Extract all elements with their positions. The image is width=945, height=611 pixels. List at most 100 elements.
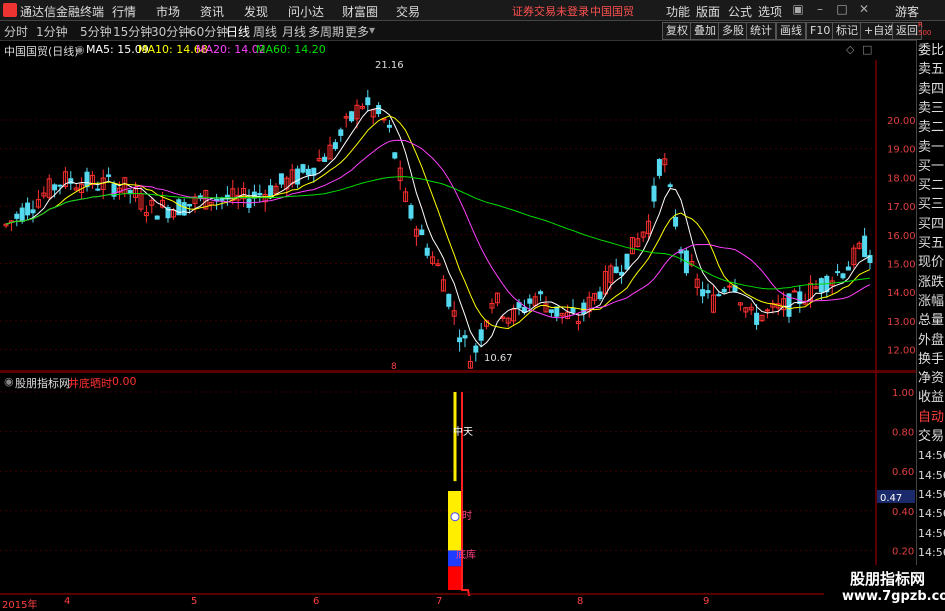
sidebar-item[interactable]: 涨幅 (918, 293, 945, 311)
trade-login-warning[interactable]: 证券交易未登录 (512, 3, 589, 19)
tab-60min[interactable]: 60分钟 (189, 23, 228, 40)
sidebar-item[interactable]: 卖三 (918, 100, 945, 118)
menu-caifuquan[interactable]: 财富圈 (342, 3, 378, 20)
sidebar-item[interactable]: 收益 (918, 389, 945, 407)
sidebar-item[interactable]: 卖五 (918, 61, 945, 79)
maximize-icon[interactable]: □ (834, 2, 850, 18)
x-tick-6: 6 (313, 596, 320, 607)
close-icon[interactable]: ✕ (856, 2, 872, 18)
tab-monthly[interactable]: 月线 (282, 23, 306, 40)
sidebar-item[interactable]: 自动 (918, 409, 945, 427)
candle-body (57, 184, 63, 187)
app-name: 通达信金融终端 (20, 5, 105, 19)
stats-button[interactable]: 统计 (746, 22, 776, 40)
ma-lines (5, 107, 871, 348)
menu-gongshi[interactable]: 公式 (728, 3, 752, 20)
candle-body (457, 337, 463, 343)
sidebar-item[interactable]: 买四 (918, 216, 945, 234)
sidebar-item[interactable]: 外盘 (918, 332, 945, 350)
sidebar-item[interactable]: 14:56 (918, 447, 945, 465)
candle-body (818, 278, 824, 293)
candle-body (30, 209, 36, 214)
sidebar-item[interactable]: 买五 (918, 235, 945, 253)
candle-body (322, 156, 328, 162)
ma5-line (5, 107, 871, 348)
sidebar-item[interactable]: 14:56 (918, 544, 945, 562)
sidebar-item[interactable]: 委比 (918, 42, 945, 60)
minimize-icon[interactable]: – (812, 2, 828, 18)
indicator-source-label: 股朋指标网 (15, 377, 70, 390)
sidebar-item[interactable]: 卖四 (918, 81, 945, 99)
candle-body (392, 152, 398, 159)
candlestick-chart[interactable]: 20.00 19.00 18.00 17.00 16.00 15.00 14.00 13.00… (0, 40, 916, 372)
x-tick-8: 8 (577, 596, 584, 607)
skin-icon[interactable]: ▣ (790, 2, 806, 18)
candle-body (667, 184, 673, 188)
candle-body (554, 306, 560, 317)
menu-faxian[interactable]: 发现 (244, 3, 268, 20)
settings-circle-icon[interactable]: ◉ (75, 43, 85, 56)
sidebar-item[interactable]: 买三 (918, 196, 945, 214)
menu-banmian[interactable]: 版面 (696, 3, 720, 20)
tab-5min[interactable]: 5分钟 (80, 23, 112, 40)
top-right-label: R 500 (918, 21, 932, 37)
price-tick: 15.00 (887, 260, 916, 271)
more-chevron-icon[interactable]: ▾ (369, 23, 375, 37)
tab-multi-period[interactable]: 多周期 (308, 23, 344, 40)
indicator-value: 0.00 (112, 375, 137, 388)
diamond-icon[interactable]: ◇ (846, 43, 854, 56)
sidebar-item[interactable]: 14:56 (918, 486, 945, 504)
sidebar-item[interactable]: 14:56 (918, 467, 945, 485)
candle-body (570, 307, 576, 313)
indicator-name: 井底晒时 (68, 377, 112, 390)
menu-wenxiaoda[interactable]: 问小达 (288, 3, 324, 20)
draw-line-button[interactable]: 画线 (776, 22, 806, 40)
sidebar-item[interactable]: 换手 (918, 351, 945, 369)
menu-jiaoyi[interactable]: 交易 (396, 3, 420, 20)
menu-xuanxiang[interactable]: 选项 (758, 3, 782, 20)
tab-fenshi[interactable]: 分时 (4, 23, 28, 40)
sidebar-item[interactable]: 买一 (918, 158, 945, 176)
sidebar-item[interactable]: 现价 (918, 254, 945, 272)
candle-body (624, 253, 630, 270)
menu-gongneng[interactable]: 功能 (666, 3, 690, 20)
ind-tick: 0.20 (892, 546, 914, 557)
sidebar-item[interactable]: 总量 (918, 312, 945, 330)
indicator-settings-icon[interactable]: ◉ (4, 375, 14, 388)
sidebar-item[interactable]: 14:56 (918, 525, 945, 543)
collapse-icon[interactable]: □ (862, 43, 872, 56)
candle-body (365, 97, 371, 106)
candle-body (651, 185, 657, 202)
f10-button[interactable]: F10 (806, 22, 835, 40)
sidebar-item[interactable]: 卖二 (918, 119, 945, 137)
tab-weekly[interactable]: 周线 (253, 23, 277, 40)
candle-body (548, 309, 554, 313)
high-price-label: 21.16 (375, 60, 404, 71)
menu-shichang[interactable]: 市场 (156, 3, 180, 20)
ma10-line (5, 115, 871, 330)
tab-1min[interactable]: 1分钟 (36, 23, 68, 40)
multi-stock-button[interactable]: 多股 (718, 22, 748, 40)
menu-zixun[interactable]: 资讯 (200, 3, 224, 20)
mark-button[interactable]: 标记 (832, 22, 862, 40)
candle-body (797, 291, 803, 305)
tab-more[interactable]: 更多 (345, 23, 369, 40)
price-tick: 17.00 (887, 202, 916, 213)
fuquan-button[interactable]: 复权 (662, 22, 692, 40)
menu-hangqing[interactable]: 行情 (112, 3, 136, 20)
candle-body (95, 188, 101, 191)
sidebar-item[interactable]: 涨跌 (918, 274, 945, 292)
tab-daily[interactable]: 日线 (226, 23, 250, 40)
sidebar-item[interactable]: 交易 (918, 428, 945, 446)
indicator-chart[interactable]: 1.00 0.80 0.60 0.47 0.40 0.20 中天 时 底库 (0, 372, 916, 596)
sidebar-item[interactable]: 14:56 (918, 505, 945, 523)
user-guest[interactable]: 游客 (895, 3, 919, 20)
candle-body (25, 202, 31, 216)
tab-15min[interactable]: 15分钟 (113, 23, 152, 40)
sidebar-item[interactable]: 买二 (918, 177, 945, 195)
sidebar-item[interactable]: 卖一 (918, 139, 945, 157)
sidebar-item[interactable]: 净资 (918, 370, 945, 388)
overlay-button[interactable]: 叠加 (690, 22, 720, 40)
tab-30min[interactable]: 30分钟 (151, 23, 190, 40)
x-tick-7: 7 (436, 596, 443, 607)
